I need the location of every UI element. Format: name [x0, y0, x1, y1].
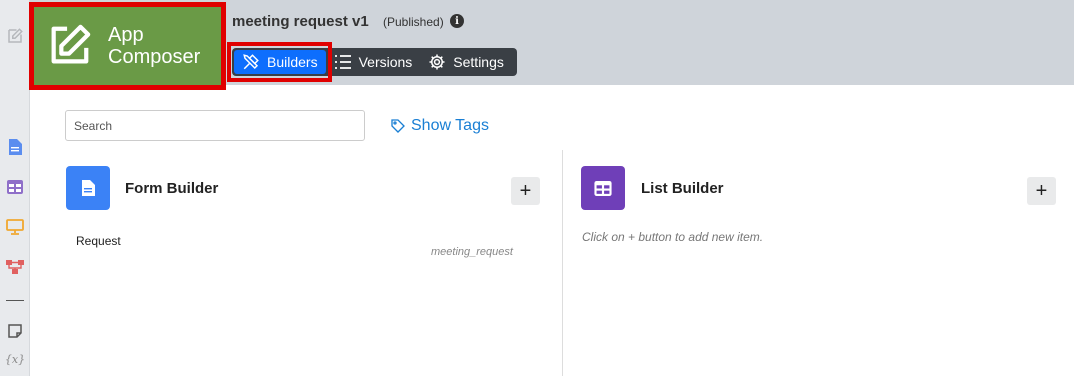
app-name: meeting request v1 [232, 13, 369, 30]
rail-divider [6, 300, 24, 301]
form-icon[interactable] [5, 137, 25, 157]
app-status: (Published) [383, 15, 444, 29]
tab-builders[interactable]: Builders [234, 50, 326, 74]
tab-label: Settings [453, 54, 504, 70]
tag-icon [391, 119, 405, 133]
form-builder-title: Form Builder [125, 180, 219, 197]
app-composer-badge[interactable]: App Composer [29, 2, 226, 90]
list-builder-title: List Builder [641, 180, 724, 197]
show-tags-link[interactable]: Show Tags [390, 117, 489, 135]
app-composer-title: App Composer [108, 24, 201, 68]
monitor-icon[interactable] [5, 217, 25, 237]
form-item-key: meeting_request [431, 246, 513, 258]
edit-square-icon [44, 21, 94, 71]
tab-versions[interactable]: Versions [326, 50, 421, 74]
table-icon[interactable] [5, 177, 25, 197]
workflow-icon[interactable] [5, 257, 25, 277]
tab-bar: Builders Versions Settings [232, 48, 517, 76]
note-icon[interactable] [5, 321, 25, 341]
tab-label: Builders [267, 54, 318, 70]
form-builder-icon [66, 166, 110, 210]
left-rail: {x} [0, 0, 30, 376]
tools-icon [243, 54, 259, 70]
tab-settings[interactable]: Settings [420, 50, 512, 74]
variables-icon[interactable]: {x} [5, 349, 25, 369]
gear-icon [429, 54, 445, 70]
add-form-button[interactable]: + [511, 177, 540, 205]
list-icon [334, 55, 351, 69]
list-builder-panel: List Builder + Click on + button to add … [562, 150, 1074, 376]
edit-icon[interactable] [5, 26, 25, 46]
show-tags-label: Show Tags [411, 117, 489, 134]
add-list-button[interactable]: + [1027, 177, 1056, 205]
tab-label: Versions [358, 54, 413, 70]
form-builder-panel: Form Builder + Request meeting_request [62, 150, 561, 376]
list-builder-icon [581, 166, 625, 210]
info-icon[interactable]: i [450, 14, 464, 28]
form-item-name[interactable]: Request [76, 234, 121, 248]
search-input[interactable] [65, 110, 365, 141]
list-empty-hint: Click on + button to add new item. [582, 230, 764, 244]
